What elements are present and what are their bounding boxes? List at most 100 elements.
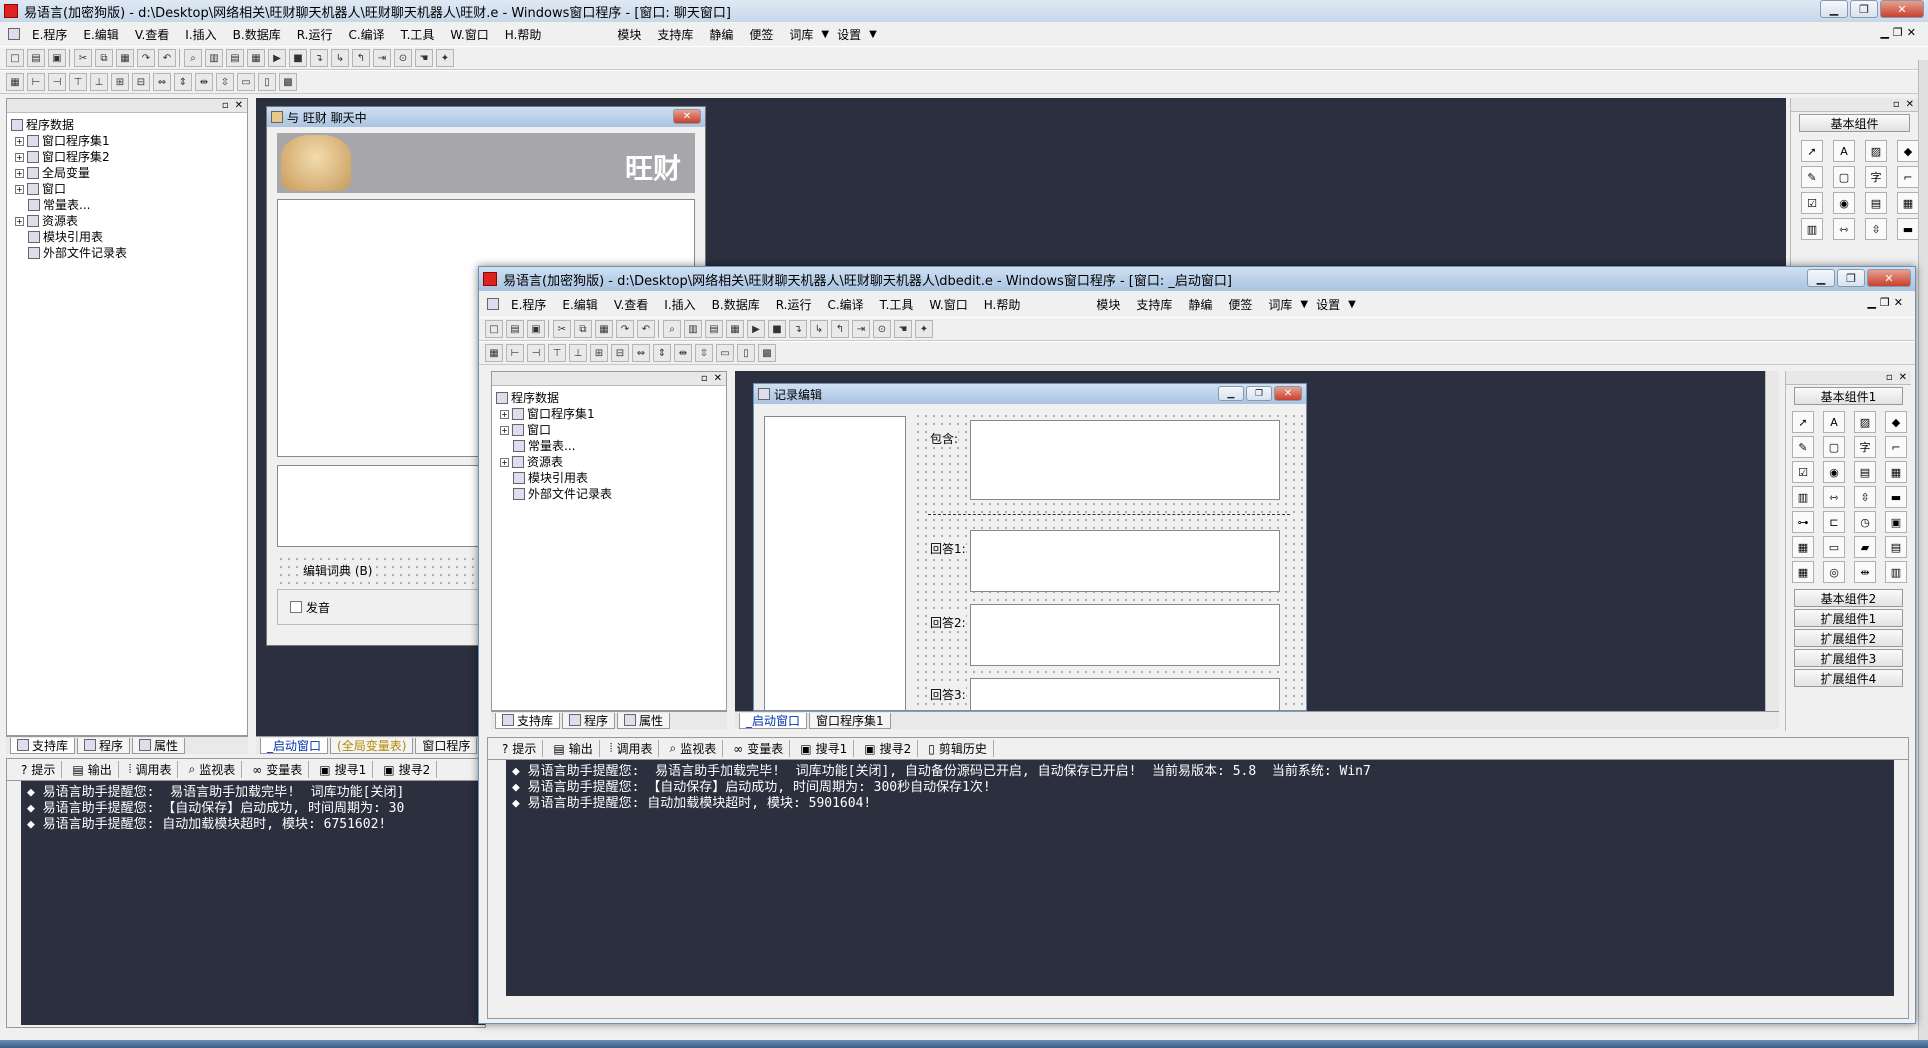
menu-run[interactable]: R.运行 xyxy=(768,296,820,313)
menu-insert[interactable]: I.插入 xyxy=(177,26,224,43)
tab-call-stack[interactable]: ⦙ 调用表 xyxy=(604,740,660,757)
menu-compile[interactable]: C.编译 xyxy=(819,296,871,313)
pointer-icon[interactable]: ➚ xyxy=(1801,140,1823,162)
menu-notes[interactable]: 便签 xyxy=(1220,296,1260,313)
tab-call-stack[interactable]: ⦙ 调用表 xyxy=(123,761,179,778)
paste-icon[interactable]: ▦ xyxy=(595,320,613,338)
expand-icon[interactable]: + xyxy=(500,457,509,467)
network-icon[interactable]: ◎ xyxy=(1823,561,1845,583)
save-icon[interactable]: ▣ xyxy=(527,320,545,338)
close-button[interactable]: ✕ xyxy=(1867,269,1911,287)
undo-icon[interactable]: ↶ xyxy=(158,49,176,67)
scroll-v-icon[interactable]: ⇳ xyxy=(1865,218,1887,240)
expand-icon[interactable]: + xyxy=(15,184,24,194)
tree-item[interactable]: + 全局变量 xyxy=(11,165,243,181)
speak-checkbox[interactable] xyxy=(290,601,302,613)
chevron-down-icon[interactable]: ▼ xyxy=(1300,299,1308,310)
undo-icon[interactable]: ↶ xyxy=(637,320,655,338)
expand-icon[interactable]: + xyxy=(15,168,24,178)
tab-properties[interactable]: 属性 xyxy=(132,737,186,754)
redo-icon[interactable]: ↷ xyxy=(137,49,155,67)
menu-support-lib[interactable]: 支持库 xyxy=(1128,296,1180,313)
step-out-icon[interactable]: ↰ xyxy=(352,49,370,67)
minimize-button[interactable]: ▁ xyxy=(1820,0,1848,18)
pin-icon[interactable]: ▫ xyxy=(1886,372,1893,383)
same-height-icon[interactable]: ⇕ xyxy=(174,73,192,91)
hand-icon[interactable]: ☚ xyxy=(894,320,912,338)
tab-program[interactable]: 程序 xyxy=(77,737,131,754)
tab-search-1[interactable]: ▣ 搜寻1 xyxy=(313,761,374,778)
bg-right-scrollbar[interactable] xyxy=(1918,60,1928,1040)
answer-3-input[interactable] xyxy=(970,678,1280,710)
palette-group-ext-1[interactable]: 扩展组件1 xyxy=(1794,609,1903,627)
palette-group-ext-4[interactable]: 扩展组件4 xyxy=(1794,669,1903,687)
shape-icon[interactable]: ◆ xyxy=(1885,411,1907,433)
send-back-icon[interactable]: ▩ xyxy=(279,73,297,91)
scroll-h-icon[interactable]: ⇿ xyxy=(1833,218,1855,240)
fg-output-text[interactable]: ◆ 易语言助手提醒您: 易语言助手加载完毕! 词库功能[关闭], 自动备份源码已… xyxy=(506,760,1894,996)
run-icon[interactable]: ▶ xyxy=(747,320,765,338)
align-right-icon[interactable]: ⊣ xyxy=(48,73,66,91)
palette-group-basic-1[interactable]: 基本组件1 xyxy=(1794,387,1903,405)
tab-search-1[interactable]: ▣ 搜寻1 xyxy=(794,740,855,757)
space-v-icon[interactable]: ⇳ xyxy=(216,73,234,91)
tab-variables[interactable]: ∞ 变量表 xyxy=(727,740,791,757)
progress-icon[interactable]: ▬ xyxy=(1885,486,1907,508)
menu-edit[interactable]: E.编辑 xyxy=(554,296,605,313)
same-height-icon[interactable]: ⇕ xyxy=(653,344,671,362)
tree-item[interactable]: 外部文件记录表 xyxy=(496,486,722,502)
tab-program[interactable]: 程序 xyxy=(562,712,616,729)
tree-root[interactable]: 程序数据 xyxy=(11,117,243,133)
print-icon[interactable]: ▤ xyxy=(1885,536,1907,558)
stop-icon[interactable]: ■ xyxy=(768,320,786,338)
calendar-icon[interactable]: ▦ xyxy=(1792,561,1814,583)
bring-front-icon[interactable]: ▯ xyxy=(258,73,276,91)
stop-icon[interactable]: ■ xyxy=(289,49,307,67)
cut-icon[interactable]: ✂ xyxy=(553,320,571,338)
draw-icon[interactable]: ✎ xyxy=(1792,436,1814,458)
fg-design-scrollbar[interactable] xyxy=(1765,371,1779,711)
chat-form-caption[interactable]: 与 旺财 聊天中 ✕ xyxy=(267,107,705,127)
close-icon[interactable]: ✕ xyxy=(235,100,243,111)
menu-window[interactable]: W.窗口 xyxy=(442,26,496,43)
mdi-controls[interactable]: ▁❐✕ xyxy=(1867,296,1907,309)
dialog-icon[interactable]: ▣ xyxy=(1885,511,1907,533)
label-icon[interactable]: A xyxy=(1823,411,1845,433)
timer-icon[interactable]: ◷ xyxy=(1854,511,1876,533)
align-grid-icon[interactable]: ▦ xyxy=(485,344,503,362)
layout-3-icon[interactable]: ▦ xyxy=(726,320,744,338)
bring-front-icon[interactable]: ▯ xyxy=(737,344,755,362)
menu-help[interactable]: H.帮助 xyxy=(976,296,1029,313)
tab-global-vars[interactable]: (全局变量表) xyxy=(330,737,414,754)
layout-3-icon[interactable]: ▦ xyxy=(247,49,265,67)
tree-item[interactable]: 模块引用表 xyxy=(496,470,722,486)
close-icon[interactable]: ✕ xyxy=(1899,372,1907,383)
helper-icon[interactable]: ✦ xyxy=(915,320,933,338)
tree-item[interactable]: + 资源表 xyxy=(496,454,722,470)
tree-item[interactable]: + 窗口 xyxy=(496,422,722,438)
menu-static[interactable]: 静编 xyxy=(701,26,741,43)
menu-lexicon[interactable]: 词库 xyxy=(1260,296,1300,313)
redo-icon[interactable]: ↷ xyxy=(616,320,634,338)
breakpoint-icon[interactable]: ⊙ xyxy=(394,49,412,67)
menu-tools[interactable]: T.工具 xyxy=(393,26,443,43)
folder-icon[interactable]: ▰ xyxy=(1854,536,1876,558)
chevron-down-icon[interactable]: ▼ xyxy=(869,29,877,40)
breakpoint-icon[interactable]: ⊙ xyxy=(873,320,891,338)
menu-database[interactable]: B.数据库 xyxy=(704,296,768,313)
close-button[interactable]: ✕ xyxy=(1880,0,1924,18)
same-width-icon[interactable]: ⇔ xyxy=(632,344,650,362)
frame-icon[interactable]: ▢ xyxy=(1823,436,1845,458)
close-button[interactable]: ✕ xyxy=(1274,386,1302,401)
space-v-icon[interactable]: ⇳ xyxy=(695,344,713,362)
tab-hint[interactable]: ? 提示 xyxy=(15,761,63,778)
step-out-icon[interactable]: ↰ xyxy=(831,320,849,338)
maximize-button[interactable]: ❐ xyxy=(1837,269,1865,287)
menu-notes[interactable]: 便签 xyxy=(741,26,781,43)
tab-properties[interactable]: 属性 xyxy=(617,712,671,729)
status-icon[interactable]: ▥ xyxy=(1885,561,1907,583)
send-back-icon[interactable]: ▩ xyxy=(758,344,776,362)
layout-1-icon[interactable]: ▥ xyxy=(684,320,702,338)
grid-icon[interactable]: ▥ xyxy=(1801,218,1823,240)
button-icon[interactable]: ▭ xyxy=(1823,536,1845,558)
